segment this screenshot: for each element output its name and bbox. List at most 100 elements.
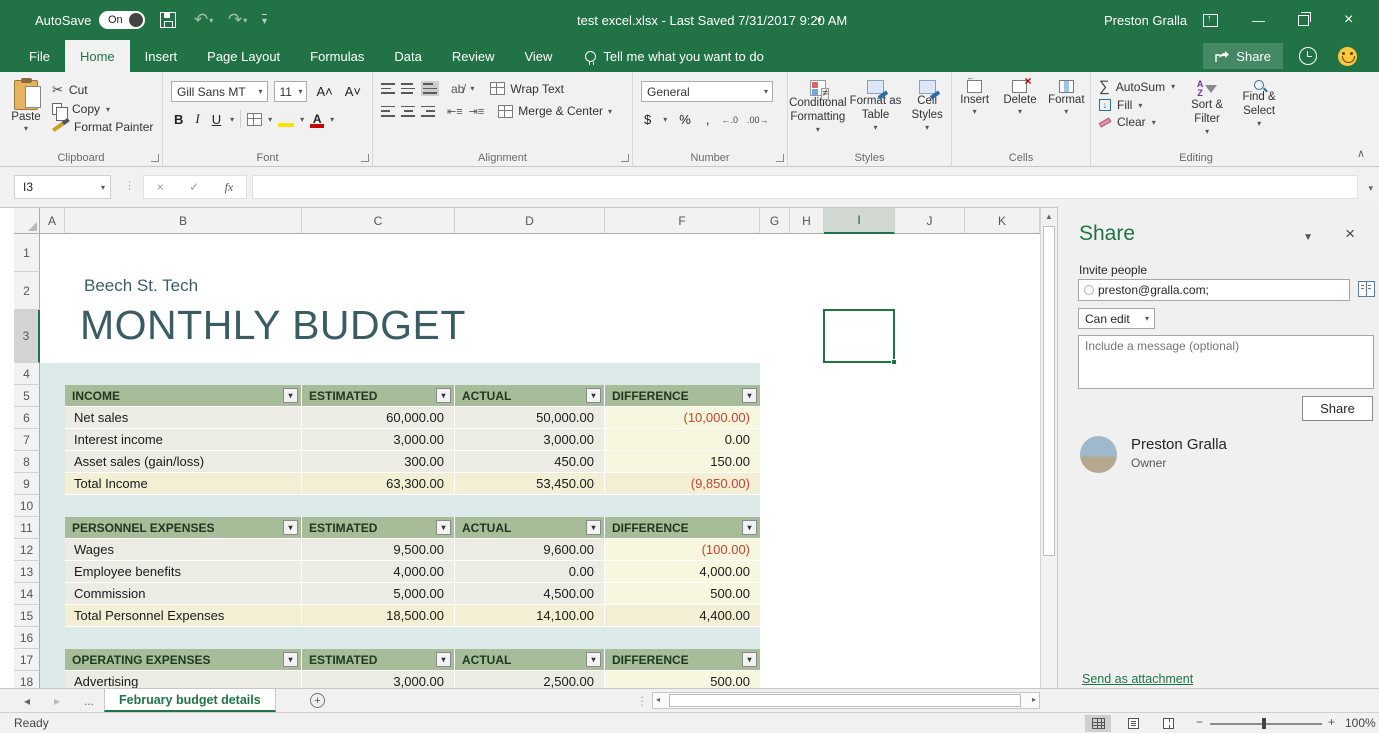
borders-caret-icon[interactable]: ▾ [268, 115, 272, 124]
filter-dropdown-icon[interactable]: ▾ [283, 652, 298, 667]
grow-font-icon[interactable]: A˄ [313, 84, 335, 99]
middle-align-icon[interactable] [401, 83, 415, 94]
name-box[interactable]: I3▾ [14, 175, 111, 199]
filter-dropdown-icon[interactable]: ▾ [436, 388, 451, 403]
redo-button[interactable]: ↷▾ [228, 0, 247, 40]
hscroll-left-icon[interactable]: ◂ [656, 695, 660, 704]
undo-button[interactable]: ↶▾ [194, 0, 213, 40]
number-dialog-launcher-icon[interactable] [776, 154, 784, 162]
scroll-up-icon[interactable]: ▲ [1041, 208, 1057, 224]
paste-button[interactable]: Paste ▾ [0, 78, 52, 134]
message-input[interactable]: Include a message (optional) [1078, 335, 1374, 389]
qat-customize-button[interactable]: ▾ [262, 0, 267, 40]
column-header-D[interactable]: D [455, 208, 605, 234]
zoom-slider[interactable] [1210, 723, 1322, 725]
row-header-12[interactable]: 12 [14, 539, 40, 561]
filter-dropdown-icon[interactable]: ▾ [742, 652, 757, 667]
column-header-H[interactable]: H [790, 208, 824, 234]
zoom-in-button[interactable]: + [1328, 715, 1335, 729]
row-header-4[interactable]: 4 [14, 363, 40, 385]
row-header-10[interactable]: 10 [14, 495, 40, 517]
tab-file[interactable]: File [14, 40, 65, 72]
filter-dropdown-icon[interactable]: ▾ [742, 388, 757, 403]
invite-people-input[interactable]: preston@gralla.com; [1078, 279, 1350, 301]
column-header-F[interactable]: F [605, 208, 760, 234]
decrease-indent-icon[interactable]: ⇤≡ [447, 105, 463, 118]
fill-button[interactable]: ↓Fill▾ [1099, 98, 1175, 112]
horizontal-scrollbar[interactable]: ◂ ▸ [652, 692, 1040, 709]
sheet-ellipsis[interactable]: ... [84, 689, 94, 712]
font-color-icon[interactable]: A [310, 112, 324, 127]
borders-icon[interactable] [247, 113, 262, 126]
filter-dropdown-icon[interactable]: ▾ [436, 520, 451, 535]
align-right-icon[interactable] [421, 106, 435, 117]
column-header-G[interactable]: G [760, 208, 790, 234]
copy-button[interactable]: Copy▾ [52, 102, 153, 116]
decrease-decimal-icon[interactable]: .00→ [747, 115, 769, 125]
column-header-B[interactable]: B [65, 208, 302, 234]
insert-function-icon[interactable]: fx [225, 180, 234, 195]
filter-dropdown-icon[interactable]: ▾ [283, 520, 298, 535]
ribbon-display-options-button[interactable] [1203, 0, 1218, 40]
tab-view[interactable]: View [509, 40, 567, 72]
vertical-scroll-thumb[interactable] [1043, 226, 1055, 556]
number-format-select[interactable]: General▾ [641, 81, 773, 102]
selected-cell-I3[interactable] [823, 309, 895, 363]
row-header-14[interactable]: 14 [14, 583, 40, 605]
font-family-select[interactable]: Gill Sans MT▾ [171, 81, 268, 102]
tell-me-box[interactable]: Tell me what you want to do [585, 40, 763, 72]
font-dialog-launcher-icon[interactable] [361, 154, 369, 162]
zoom-out-button[interactable]: − [1196, 715, 1203, 729]
filter-dropdown-icon[interactable]: ▾ [283, 388, 298, 403]
column-header-J[interactable]: J [895, 208, 965, 234]
horizontal-scroll-thumb[interactable] [669, 694, 1021, 707]
close-button[interactable]: × [1344, 0, 1353, 40]
filter-dropdown-icon[interactable]: ▾ [742, 520, 757, 535]
enter-icon[interactable]: ✓ [189, 180, 199, 194]
send-as-attachment-link[interactable]: Send as attachment [1082, 672, 1193, 686]
clipboard-dialog-launcher-icon[interactable] [151, 154, 159, 162]
select-all-corner[interactable] [14, 208, 40, 234]
autosum-button[interactable]: ∑AutoSum▾ [1099, 78, 1175, 95]
italic-button[interactable]: I [192, 111, 202, 127]
view-page-layout-button[interactable] [1120, 715, 1146, 732]
view-normal-button[interactable] [1085, 715, 1111, 732]
filter-dropdown-icon[interactable]: ▾ [586, 652, 601, 667]
underline-button[interactable]: U [209, 112, 224, 127]
filter-dropdown-icon[interactable]: ▾ [586, 388, 601, 403]
column-header-C[interactable]: C [302, 208, 455, 234]
new-sheet-button[interactable]: + [310, 693, 325, 708]
find-select-button[interactable]: Find & Select▾ [1233, 78, 1285, 137]
column-header-K[interactable]: K [965, 208, 1040, 234]
row-header-3[interactable]: 3 [14, 310, 40, 363]
underline-caret-icon[interactable]: ▾ [230, 115, 234, 124]
font-size-select[interactable]: 11▾ [274, 81, 308, 102]
align-left-icon[interactable] [381, 106, 395, 117]
column-header-I[interactable]: I [824, 208, 895, 234]
row-header-2[interactable]: 2 [14, 272, 40, 310]
font-color-caret-icon[interactable]: ▾ [330, 115, 334, 124]
sheet-nav-next-icon[interactable]: ▸ [54, 689, 60, 712]
comma-icon[interactable]: , [703, 112, 713, 127]
row-header-6[interactable]: 6 [14, 407, 40, 429]
history-icon[interactable] [1299, 47, 1317, 65]
row-header-16[interactable]: 16 [14, 627, 40, 649]
smiley-feedback-icon[interactable] [1338, 47, 1357, 66]
hscroll-right-icon[interactable]: ▸ [1032, 695, 1036, 704]
bold-button[interactable]: B [171, 112, 186, 127]
share-submit-button[interactable]: Share [1302, 396, 1373, 421]
fill-handle[interactable] [891, 359, 897, 365]
clear-button[interactable]: Clear▾ [1099, 115, 1175, 129]
share-ribbon-button[interactable]: Share [1203, 43, 1283, 69]
cancel-icon[interactable]: × [157, 180, 164, 194]
sort-filter-button[interactable]: AZ Sort & Filter▾ [1181, 78, 1233, 137]
tab-page-layout[interactable]: Page Layout [192, 40, 295, 72]
share-pane-close-icon[interactable]: × [1345, 224, 1355, 244]
collapse-ribbon-icon[interactable]: ∧ [1357, 147, 1365, 160]
filter-dropdown-icon[interactable]: ▾ [436, 652, 451, 667]
merge-center-button[interactable]: Merge & Center ▾ [498, 104, 612, 118]
bottom-align-icon[interactable] [421, 81, 439, 96]
minimize-button[interactable]: — [1252, 0, 1265, 40]
row-header-7[interactable]: 7 [14, 429, 40, 451]
orientation-icon[interactable]: ab̸ [451, 82, 464, 96]
